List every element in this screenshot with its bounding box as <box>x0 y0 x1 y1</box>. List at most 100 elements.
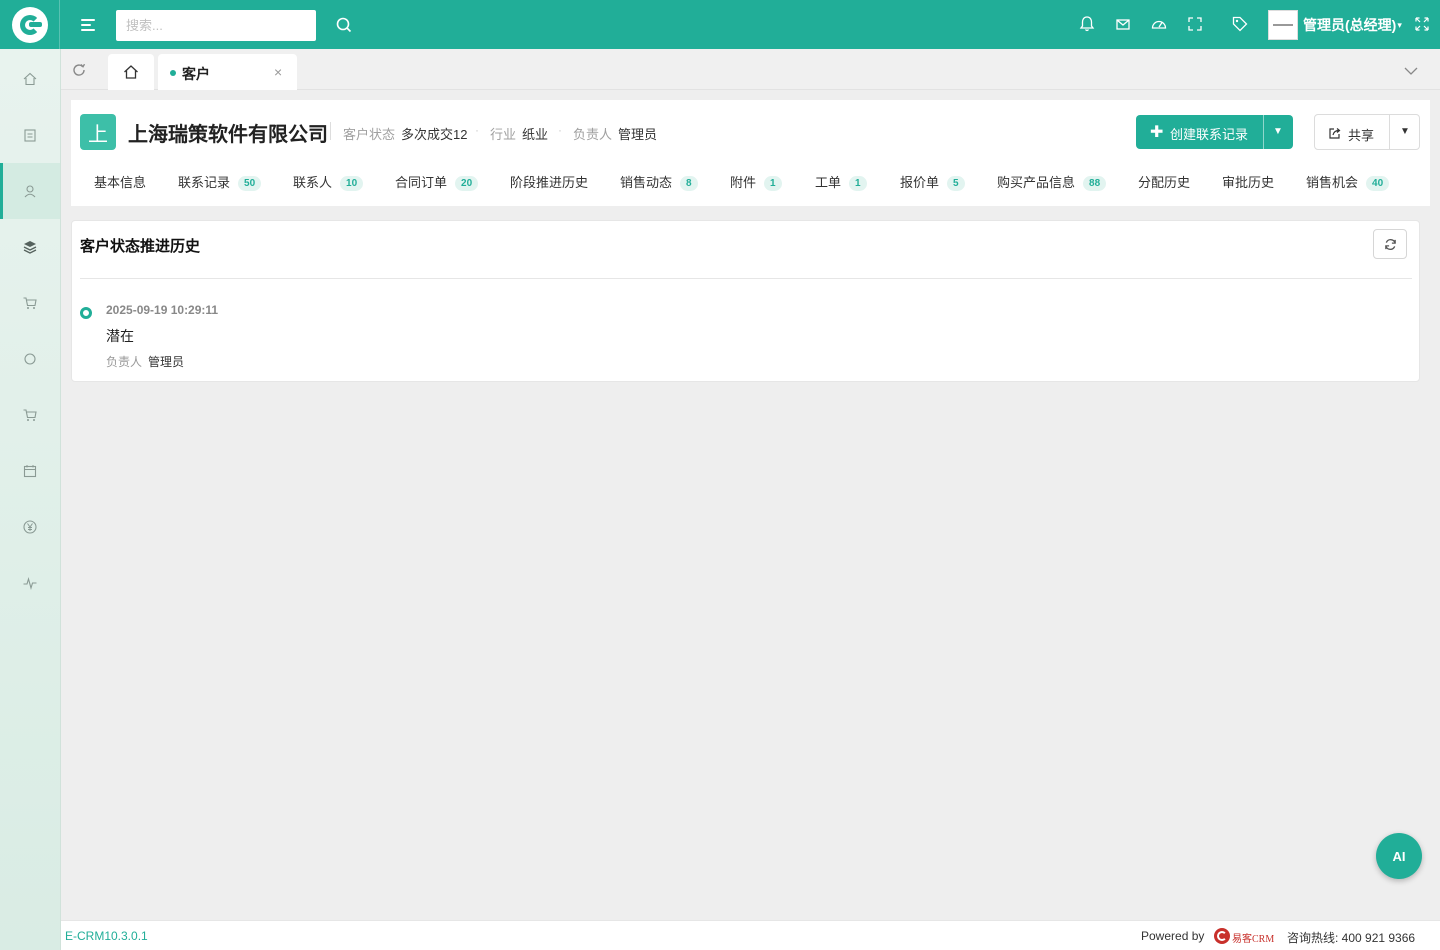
powered-by-label: Powered by <box>1141 929 1205 943</box>
meta-industry-value: 纸业 <box>522 127 549 142</box>
plus-icon: ✚ <box>1150 124 1164 141</box>
brand-logo-icon <box>1214 928 1230 944</box>
avatar <box>1268 10 1298 40</box>
tab-purchased-products[interactable]: 购买产品信息 88 <box>997 172 1107 191</box>
count-badge: 5 <box>947 176 965 191</box>
caret-down-icon[interactable]: ▼ <box>1400 126 1410 137</box>
user-menu[interactable]: 管理员(总经理) ▾ <box>1268 10 1402 40</box>
tab-contacts[interactable]: 联系人 10 <box>293 172 364 191</box>
clipboard-icon <box>24 129 36 142</box>
expand-icon[interactable] <box>1185 14 1205 34</box>
timeline-status: 潜在 <box>106 328 134 344</box>
meta-owner: 负责人 管理员 <box>573 124 657 143</box>
timeline-owner: 负责人 管理员 <box>106 353 184 370</box>
chevron-down-icon[interactable] <box>1402 62 1420 80</box>
tab-basic-info[interactable]: 基本信息 <box>94 172 146 191</box>
sidebar-item-finance[interactable] <box>0 499 60 555</box>
count-badge: 8 <box>680 176 698 191</box>
calendar-icon <box>23 465 37 478</box>
sidebar-item-home[interactable] <box>0 51 60 107</box>
footer: E-CRM10.3.0.1 Powered by 易客CRM 咨询热线: 400… <box>61 920 1440 950</box>
count-badge: 40 <box>1366 176 1390 191</box>
tab-label: 客户 <box>182 66 210 82</box>
sidebar-item-service[interactable] <box>0 331 60 387</box>
timeline-time: 2025-09-19 10:29:11 <box>106 303 219 317</box>
customer-name: 上海瑞策软件有限公司 <box>128 124 328 146</box>
sidebar <box>0 49 61 950</box>
tab-attachments[interactable]: 附件 1 <box>730 172 782 191</box>
close-icon[interactable]: × <box>274 64 282 80</box>
cart-icon <box>23 297 37 309</box>
active-dot <box>170 70 176 76</box>
divider <box>80 278 1412 279</box>
dashboard-icon[interactable] <box>1149 14 1169 34</box>
tab-opportunities[interactable]: 销售机会 40 <box>1306 172 1390 191</box>
ai-assistant-button[interactable]: AI <box>1376 833 1422 879</box>
sidebar-item-reports[interactable] <box>0 555 60 611</box>
tab-assignment-history[interactable]: 分配历史 <box>1138 172 1190 191</box>
count-badge: 50 <box>238 176 262 191</box>
status-history-panel: 客户状态推进历史 2025-09-19 10:29:11 潜在 负责人 管理员 <box>71 220 1420 382</box>
count-badge: 88 <box>1083 176 1107 191</box>
fullscreen-icon[interactable] <box>1412 14 1432 34</box>
tab-contact-records[interactable]: 联系记录 50 <box>178 172 262 191</box>
tab-quotes[interactable]: 报价单 5 <box>900 172 965 191</box>
timeline-owner-label: 负责人 <box>106 355 143 369</box>
tab-work-orders[interactable]: 工单 1 <box>815 172 867 191</box>
tag-icon[interactable] <box>1230 14 1250 34</box>
meta-industry-label: 行业 <box>490 127 517 142</box>
home-icon <box>124 65 138 79</box>
share-icon <box>1329 128 1341 139</box>
sidebar-item-tasks[interactable] <box>0 107 60 163</box>
refresh-button[interactable] <box>1373 229 1407 259</box>
sidebar-item-orders[interactable] <box>0 275 60 331</box>
meta-dot: · <box>475 123 479 137</box>
chevron-down-icon: ▾ <box>1397 19 1402 30</box>
top-bar: 管理员(总经理) ▾ <box>0 0 1440 49</box>
meta-status: 客户状态 多次成交12 <box>343 124 467 143</box>
tab-contract-orders[interactable]: 合同订单 20 <box>395 172 479 191</box>
create-contact-record-label: 创建联系记录 <box>1170 127 1249 142</box>
layers-icon <box>23 241 37 254</box>
count-badge: 10 <box>340 176 364 191</box>
home-icon <box>23 72 37 86</box>
create-contact-record-button[interactable]: ✚ 创建联系记录 ▼ <box>1136 115 1293 149</box>
share-button[interactable]: 共享 ▼ <box>1314 114 1420 150</box>
search-icon[interactable] <box>334 15 354 35</box>
tab-home[interactable] <box>108 54 154 90</box>
sidebar-item-purchase[interactable] <box>0 387 60 443</box>
meta-dot: · <box>558 123 562 137</box>
tab-customer[interactable]: 客户 × <box>158 54 297 90</box>
tab-bar: 客户 × <box>61 49 1440 90</box>
tab-sales-activity[interactable]: 销售动态 8 <box>620 172 698 191</box>
search-input[interactable] <box>116 10 316 41</box>
caret-down-icon[interactable]: ▼ <box>1273 126 1283 137</box>
refresh-icon <box>1385 239 1396 250</box>
version-label: E-CRM10.3.0.1 <box>65 929 148 943</box>
customer-avatar: 上 <box>80 114 116 150</box>
meta-owner-value: 管理员 <box>618 127 658 142</box>
logo-box <box>0 0 60 49</box>
tab-stage-history[interactable]: 阶段推进历史 <box>510 172 588 191</box>
app-logo[interactable] <box>12 7 48 43</box>
activity-icon <box>23 577 37 590</box>
mail-icon[interactable] <box>1113 14 1133 34</box>
share-label: 共享 <box>1348 128 1375 143</box>
detail-tabs: 基本信息 联系记录 50 联系人 10 合同订单 20 阶段推进历史 销售动态 8 附件… <box>71 168 1430 194</box>
count-badge: 1 <box>849 176 867 191</box>
meta-owner-label: 负责人 <box>573 127 613 142</box>
timeline-owner-value: 管理员 <box>148 355 185 369</box>
timeline-dot <box>80 307 92 319</box>
sidebar-item-products[interactable] <box>0 219 60 275</box>
panel-title: 客户状态推进历史 <box>80 238 201 255</box>
hotline-label: 咨询热线: 400 921 9366 <box>1287 931 1416 945</box>
tab-approval-history[interactable]: 审批历史 <box>1222 172 1274 191</box>
menu-icon[interactable] <box>78 15 98 35</box>
customer-icon <box>24 185 36 198</box>
sidebar-item-calendar[interactable] <box>0 443 60 499</box>
meta-industry: 行业 纸业 <box>490 124 548 143</box>
divider <box>330 122 331 140</box>
sidebar-item-customer[interactable] <box>0 163 60 219</box>
bell-icon[interactable] <box>1077 14 1097 34</box>
reload-icon[interactable] <box>71 62 87 78</box>
